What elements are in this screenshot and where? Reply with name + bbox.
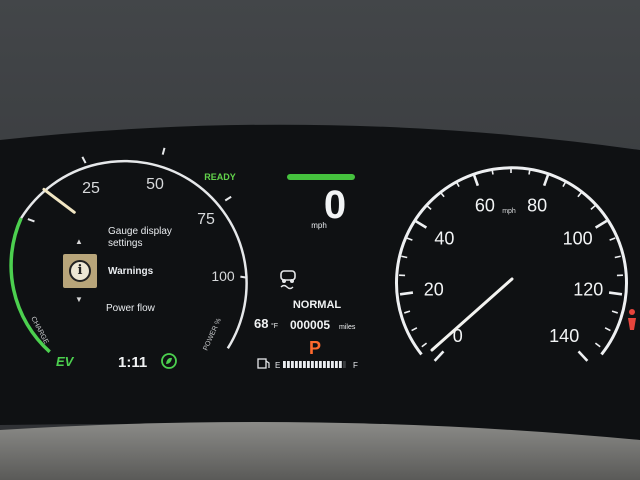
- fuel-segment: [335, 361, 338, 368]
- fuel-segment: [283, 361, 286, 368]
- gear-indicator: P: [309, 338, 321, 358]
- speed-tick-label: 60: [475, 196, 495, 216]
- speed-tick-label: 140: [549, 326, 579, 346]
- instrument-cluster: 25 50 75 100 CHARGE POWER % EV READY 0 m…: [0, 0, 640, 480]
- power-tick-label: 50: [146, 176, 164, 193]
- menu-item-label: Warnings: [108, 266, 154, 277]
- speed-tick: [399, 291, 414, 296]
- odometer-unit: miles: [339, 324, 356, 331]
- fuel-segment: [299, 361, 302, 368]
- warnings-menu-tile[interactable]: i: [63, 254, 97, 288]
- menu-item-label: Gauge display settings: [108, 226, 172, 249]
- fuel-segment: [339, 361, 342, 368]
- fuel-segment: [327, 361, 330, 368]
- speedometer-unit: mph: [502, 208, 516, 215]
- drive-mode: NORMAL: [293, 299, 342, 311]
- digital-speed-unit: mph: [311, 221, 327, 230]
- power-tick: [240, 275, 248, 279]
- info-icon: i: [69, 260, 91, 282]
- odometer: 000005: [290, 318, 330, 332]
- outside-temperature: 68: [254, 316, 268, 331]
- fuel-segment: [303, 361, 306, 368]
- menu-item-gauge-display-settings[interactable]: Gauge display settings: [108, 226, 188, 250]
- fuel-segment: [291, 361, 294, 368]
- fuel-empty-label: E: [275, 361, 280, 370]
- fuel-segment: [343, 361, 346, 368]
- speed-tick-label: 40: [434, 228, 454, 248]
- speed-tick: [528, 168, 531, 175]
- speed-tick: [491, 168, 494, 175]
- fuel-segment: [307, 361, 310, 368]
- fuel-full-label: F: [353, 361, 358, 370]
- fuel-segment: [323, 361, 326, 368]
- ready-indicator: READY: [204, 172, 236, 182]
- fuel-segment: [295, 361, 298, 368]
- menu-scroll-up-icon[interactable]: ▲: [75, 238, 83, 246]
- power-tick-label: 100: [211, 268, 235, 284]
- fuel-segment: [311, 361, 314, 368]
- speed-tick-label: 20: [424, 280, 444, 300]
- fuel-segment: [315, 361, 318, 368]
- digital-speed: 0: [324, 183, 346, 227]
- menu-scroll-down-icon[interactable]: ▼: [75, 296, 83, 304]
- temperature-unit: °F: [271, 322, 278, 330]
- speed-tick-label: 80: [527, 196, 547, 216]
- power-tick-label: 75: [197, 211, 215, 228]
- menu-item-label: Power flow: [106, 303, 155, 314]
- fuel-segment: [331, 361, 334, 368]
- speed-tick-label: 100: [563, 228, 593, 248]
- menu-item-warnings[interactable]: Warnings: [108, 266, 153, 278]
- menu-item-power-flow[interactable]: Power flow: [106, 303, 155, 315]
- speed-bar: [287, 174, 355, 180]
- fuel-segment: [319, 361, 322, 368]
- clock: 1:11: [118, 354, 147, 371]
- fuel-segment: [287, 361, 290, 368]
- power-tick-label: 25: [82, 180, 100, 197]
- ev-label: EV: [56, 354, 75, 369]
- speed-tick: [608, 291, 623, 296]
- speed-tick-label: 120: [573, 280, 603, 300]
